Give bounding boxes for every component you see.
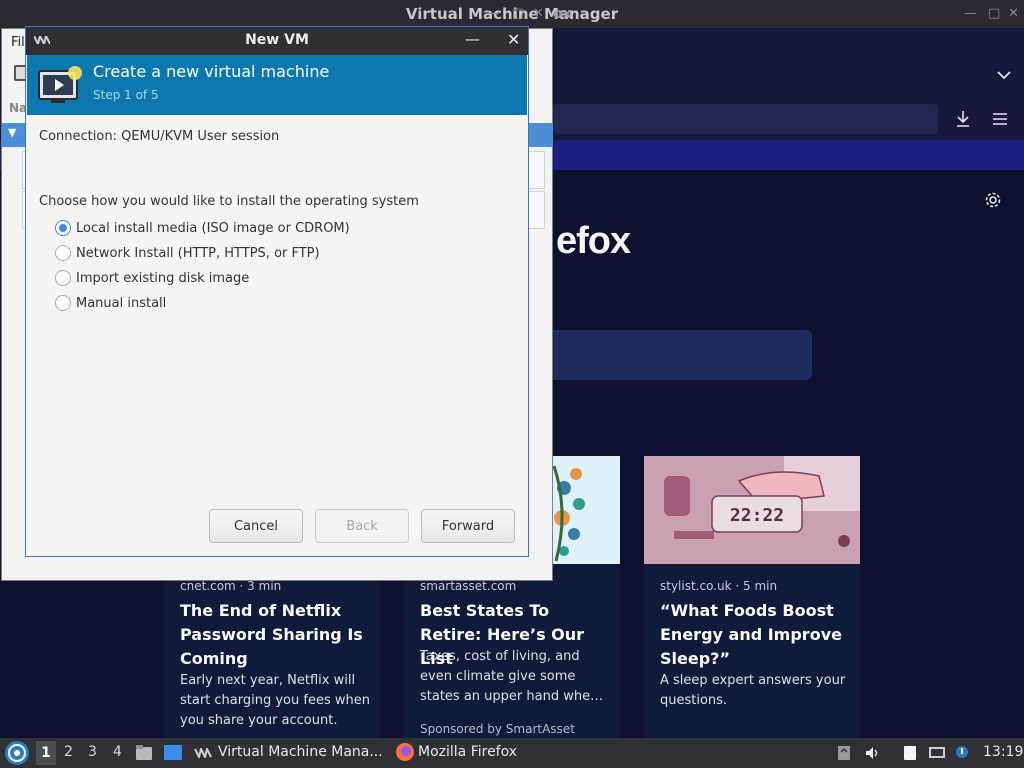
clock[interactable]: 13:19 — [983, 744, 1023, 760]
taskbar: 1 2 3 4 Virtual Machine Mana... Mozilla … — [0, 738, 1024, 768]
dialog-header-banner: Create a new virtual machine Step 1 of 5 — [27, 55, 527, 115]
firefox-icon — [396, 743, 414, 761]
radio-network-install[interactable]: Network Install (HTTP, HTTPS, or FTP) — [55, 243, 320, 263]
file-menu[interactable]: Fil — [11, 35, 25, 50]
radio-button[interactable] — [55, 220, 71, 236]
task-virtual-machine-manager[interactable]: Virtual Machine Mana... — [218, 744, 383, 760]
radio-local-install-media[interactable]: Local install media (ISO image or CDROM) — [55, 218, 350, 238]
maximize-icon[interactable]: □ — [988, 6, 1000, 21]
show-desktop-icon[interactable] — [163, 744, 183, 762]
story-card[interactable]: 22:22 stylist.co.uk · 5 min “What Foods … — [644, 456, 860, 738]
new-vm-icon — [38, 66, 82, 103]
firefox-titlebar: Virtual Machine Manager ox — □ ✕ — □ ✕ — [0, 0, 1024, 28]
back-button: Back — [315, 509, 409, 543]
expander-icon[interactable]: ▼ — [8, 126, 16, 139]
radio-label: Manual install — [76, 295, 167, 311]
dialog-body: Create a new virtual machine Step 1 of 5… — [26, 55, 528, 556]
clipboard-icon[interactable] — [836, 745, 852, 761]
radio-button[interactable] — [55, 295, 71, 311]
card-source: cnet.com · 3 min — [180, 579, 282, 593]
alarm-clock-illustration: 22:22 — [644, 456, 860, 564]
download-icon[interactable] — [955, 110, 971, 128]
radio-button[interactable] — [55, 270, 71, 286]
card-sponsor: Sponsored by SmartAsset — [420, 722, 575, 736]
card-title: “What Foods Boost Energy and Improve Sle… — [660, 601, 842, 668]
maximize-icon[interactable]: □ — [512, 6, 524, 21]
minimize-icon[interactable]: — — [465, 30, 480, 48]
volume-icon[interactable] — [864, 745, 880, 761]
url-bar[interactable] — [553, 104, 938, 134]
task-mozilla-firefox[interactable]: Mozilla Firefox — [418, 744, 517, 760]
card-source: smartasset.com — [420, 579, 517, 593]
connection-label: Connection: QEMU/KVM User session — [39, 129, 280, 144]
chevron-down-icon[interactable] — [997, 70, 1011, 80]
minimize-icon[interactable]: — — [487, 6, 500, 21]
install-method-prompt: Choose how you would like to install the… — [39, 194, 419, 209]
file-manager-icon[interactable] — [135, 744, 153, 762]
card-description: Early next year, Netflix will start char… — [180, 673, 370, 728]
radio-label: Local install media (ISO image or CDROM) — [76, 220, 350, 236]
dialog-titlebar: New VM — ✕ — [26, 27, 528, 55]
web-search-box[interactable] — [540, 330, 812, 380]
dialog-heading: Create a new virtual machine — [93, 62, 330, 81]
card-description: Taxes, cost of living, and even climate … — [420, 649, 604, 704]
dialog-title: New VM — [245, 32, 309, 48]
radio-import-disk-image[interactable]: Import existing disk image — [55, 268, 249, 288]
radio-label: Import existing disk image — [76, 270, 250, 286]
notification-icon[interactable] — [954, 745, 970, 761]
card-image: 22:22 — [644, 456, 860, 564]
minimize-icon[interactable]: — — [964, 6, 977, 21]
close-icon[interactable]: ✕ — [533, 6, 544, 21]
close-icon[interactable]: ✕ — [1008, 6, 1019, 21]
new-vm-dialog: New VM — ✕ Create a new virtual machine … — [25, 26, 529, 557]
virt-manager-task-icon — [194, 748, 212, 758]
close-icon[interactable]: ✕ — [507, 30, 520, 49]
firefox-wordmark: efox — [556, 220, 631, 262]
forward-button[interactable]: Forward — [421, 509, 515, 543]
workspace-4[interactable]: 4 — [113, 744, 122, 760]
start-menu-icon[interactable] — [5, 741, 29, 765]
gear-icon[interactable] — [984, 191, 1002, 209]
step-indicator: Step 1 of 5 — [93, 88, 159, 102]
radio-button[interactable] — [55, 245, 71, 261]
menu-icon[interactable] — [992, 112, 1008, 126]
network-icon[interactable] — [928, 745, 946, 761]
card-description: A sleep expert answers your questions. — [660, 673, 846, 708]
workspace-2[interactable]: 2 — [64, 744, 73, 760]
clock-time: 22:22 — [730, 505, 784, 526]
cancel-button[interactable]: Cancel — [209, 509, 303, 543]
card-title: The End of Netflix Password Sharing Is C… — [180, 601, 363, 668]
workspace-1[interactable]: 1 — [36, 741, 56, 765]
workspace-3[interactable]: 3 — [88, 744, 97, 760]
radio-manual-install[interactable]: Manual install — [55, 293, 166, 313]
firefox-title-fragment: ox — [553, 6, 572, 22]
notes-icon[interactable] — [902, 745, 918, 761]
radio-label: Network Install (HTTP, HTTPS, or FTP) — [76, 245, 320, 261]
card-source: stylist.co.uk · 5 min — [660, 579, 778, 593]
